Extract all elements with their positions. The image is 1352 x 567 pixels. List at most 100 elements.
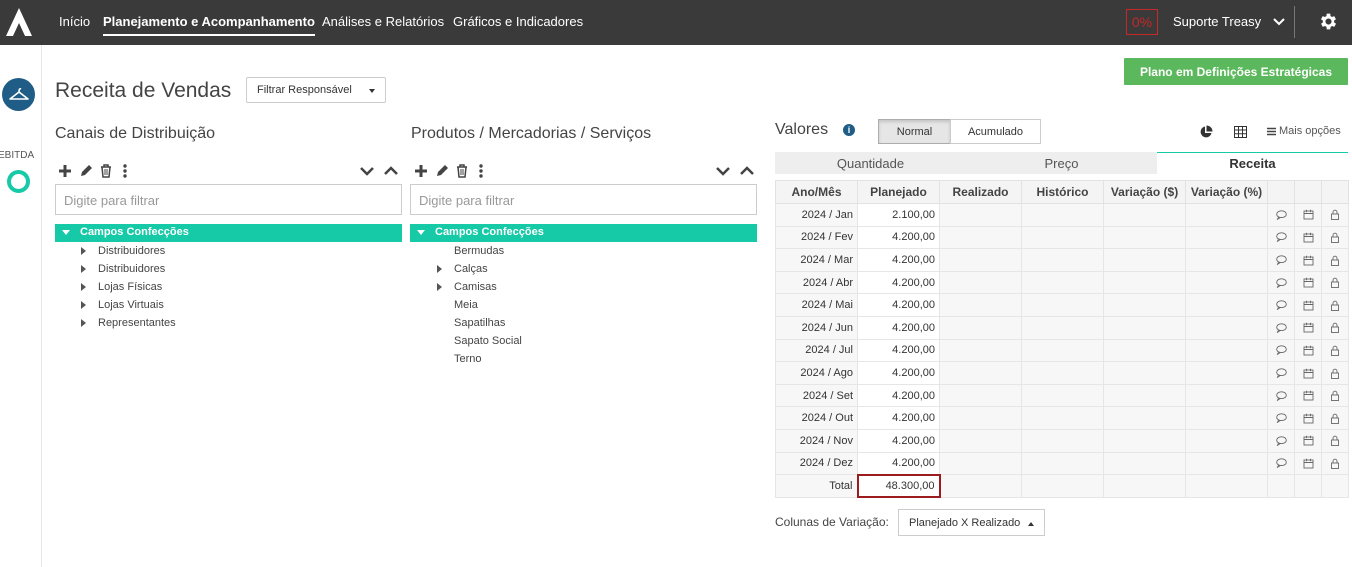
nav-planejamento[interactable]: Planejamento e Acompanhamento [103,14,315,36]
cell-comment[interactable] [1267,338,1295,363]
cell-calendar[interactable] [1294,203,1322,227]
cell-lock[interactable] [1321,406,1349,430]
cell-comment[interactable] [1267,315,1295,340]
lock-icon[interactable] [1330,300,1340,311]
lock-icon[interactable] [1330,232,1340,243]
tree-item[interactable]: Representantes [81,317,176,331]
treasy-logo-icon[interactable] [4,6,34,38]
cell-planejado[interactable]: 4.200,00 [857,451,940,476]
calendar-icon[interactable] [1303,345,1314,356]
cell-realizado[interactable] [939,428,1022,453]
lock-icon[interactable] [1330,368,1340,379]
calendar-icon[interactable] [1303,435,1314,446]
tree-item[interactable]: Sapato Social [454,335,522,349]
cell-planejado[interactable]: 4.200,00 [857,293,940,317]
cell-realizado[interactable] [939,406,1022,430]
cell-realizado[interactable] [939,315,1022,340]
cell-calendar[interactable] [1294,270,1322,295]
lock-icon[interactable] [1330,277,1340,289]
cell-realizado[interactable] [939,451,1022,476]
sidebar-label-ebitda[interactable]: EBITDA [0,150,42,161]
caret-right-icon[interactable] [81,247,86,255]
tree-item[interactable]: Camisas [437,281,497,295]
nav-inicio[interactable]: Início [59,14,90,30]
caret-right-icon[interactable] [437,265,442,273]
lock-icon[interactable] [1330,435,1340,447]
produtos-tree-root[interactable]: Campos Confecções [410,224,757,242]
filtrar-responsavel-dropdown[interactable]: Filtrar Responsável [246,77,386,103]
cell-comment[interactable] [1267,203,1295,227]
cell-calendar[interactable] [1294,248,1322,272]
calendar-icon[interactable] [1303,300,1314,311]
canais-filter-field[interactable] [55,184,402,215]
cell-planejado[interactable]: 4.200,00 [857,270,940,295]
calendar-icon[interactable] [1303,322,1314,333]
caret-down-icon[interactable] [62,230,70,235]
lock-icon[interactable] [1330,413,1340,424]
comment-icon[interactable] [1275,232,1287,243]
tree-item[interactable]: Lojas Físicas [81,281,162,295]
tree-item[interactable]: Distribuidores [81,263,165,277]
cell-lock[interactable] [1321,270,1349,295]
cell-comment[interactable] [1267,293,1295,317]
tree-item[interactable]: Terno [454,353,482,367]
caret-down-icon[interactable] [417,230,425,235]
cell-lock[interactable] [1321,383,1349,408]
colunas-variacao-dropdown[interactable]: Planejado X Realizado [898,509,1045,536]
cell-comment[interactable] [1267,383,1295,408]
cell-calendar[interactable] [1294,451,1322,476]
trash-icon[interactable] [98,163,114,179]
cell-planejado[interactable]: 4.200,00 [857,406,940,430]
cell-realizado[interactable] [939,361,1022,385]
cell-calendar[interactable] [1294,428,1322,453]
cell-lock[interactable] [1321,338,1349,363]
cell-lock[interactable] [1321,293,1349,317]
cell-comment[interactable] [1267,361,1295,385]
cell-lock[interactable] [1321,428,1349,453]
cell-lock[interactable] [1321,315,1349,340]
cell-planejado[interactable]: 4.200,00 [857,428,940,453]
calendar-icon[interactable] [1303,255,1314,266]
cell-planejado[interactable]: 4.200,00 [857,361,940,385]
trash-icon[interactable] [454,163,470,179]
cell-realizado[interactable] [939,293,1022,317]
cell-comment[interactable] [1267,248,1295,272]
cell-planejado[interactable]: 4.200,00 [857,225,940,250]
add-icon[interactable] [57,163,73,179]
plano-definicoes-button[interactable]: Plano em Definições Estratégicas [1124,58,1348,85]
calendar-icon[interactable] [1303,368,1314,379]
cell-comment[interactable] [1267,225,1295,250]
gear-icon[interactable] [1318,11,1339,32]
comment-icon[interactable] [1275,458,1287,469]
tree-item[interactable]: Meia [454,299,478,313]
pie-chart-icon[interactable] [1199,125,1213,139]
tree-item[interactable]: Distribuidores [81,245,165,259]
menu-lines-icon[interactable] [1267,127,1276,136]
cell-realizado[interactable] [939,225,1022,250]
cell-planejado[interactable]: 4.200,00 [857,383,940,408]
cell-realizado[interactable] [939,203,1022,227]
calendar-icon[interactable] [1303,413,1314,424]
caret-right-icon[interactable] [81,301,86,309]
cell-realizado[interactable] [939,270,1022,295]
comment-icon[interactable] [1275,413,1287,424]
lock-icon[interactable] [1330,255,1340,266]
comment-icon[interactable] [1275,300,1287,311]
cell-planejado[interactable]: 4.200,00 [857,248,940,272]
cell-calendar[interactable] [1294,293,1322,317]
cell-planejado[interactable]: 4.200,00 [857,315,940,340]
cell-comment[interactable] [1267,270,1295,295]
tree-item[interactable]: Lojas Virtuais [81,299,164,313]
cell-lock[interactable] [1321,203,1349,227]
pencil-icon[interactable] [78,163,94,179]
cell-planejado[interactable]: 4.200,00 [857,338,940,363]
tab-preco[interactable]: Preço [966,152,1157,174]
toggle-normal-button[interactable]: Normal [878,119,951,144]
lock-icon[interactable] [1330,209,1340,221]
cell-comment[interactable] [1267,406,1295,430]
caret-right-icon[interactable] [81,265,86,273]
pencil-icon[interactable] [434,163,450,179]
tab-receita[interactable]: Receita [1157,152,1348,174]
calendar-icon[interactable] [1303,209,1314,220]
comment-icon[interactable] [1275,278,1287,289]
